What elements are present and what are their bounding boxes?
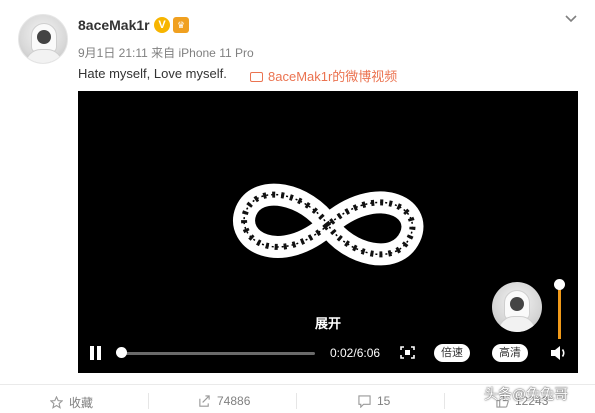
progress-bar[interactable] [121,352,315,355]
star-icon [50,396,63,409]
post-text: Hate myself, Love myself. [78,66,227,81]
share-icon [199,394,210,407]
video-camera-icon [250,72,263,82]
video-player[interactable]: 展开 0:02/6:06 倍速 高清 [78,91,578,373]
comment-icon [358,394,371,408]
post-avatar[interactable] [18,14,68,64]
vip-crown-icon: ♛ [173,17,189,33]
action-separator [148,393,149,409]
video-controls: 0:02/6:06 倍速 高清 [78,335,578,373]
progress-knob[interactable] [116,347,127,358]
favorite-label: 收藏 [69,396,94,410]
share-button[interactable]: 74886 [198,394,250,408]
chevron-down-icon[interactable] [564,12,578,26]
fullscreen-icon[interactable] [400,346,415,359]
favorite-button[interactable]: 收藏 [50,394,93,411]
playback-speed-button[interactable]: 倍速 [434,344,470,362]
video-author-avatar[interactable] [492,282,542,332]
pause-icon[interactable] [88,345,104,361]
video-frame-infinity-graphic [233,183,424,266]
action-separator [296,393,297,409]
comment-button[interactable]: 15 [358,394,390,408]
speaker-icon[interactable] [550,345,568,361]
share-count: 74886 [217,394,251,408]
time-display: 0:02/6:06 [330,346,381,360]
watermark: 头条@兔兔哥 [484,386,569,402]
quality-button[interactable]: 高清 [492,344,528,362]
comment-count: 15 [377,394,391,408]
video-link-label: 8aceMak1r的微博视频 [268,69,398,84]
post-meta: 9月1日 21:11 来自 iPhone 11 Pro [78,46,254,60]
volume-slider-knob[interactable] [554,279,565,290]
video-link[interactable]: 8aceMak1r的微博视频 [250,66,397,85]
action-separator [444,393,445,409]
volume-slider-track[interactable] [558,285,561,339]
verified-v-icon: V [154,17,170,33]
post-username[interactable]: 8aceMak1r [78,17,150,33]
